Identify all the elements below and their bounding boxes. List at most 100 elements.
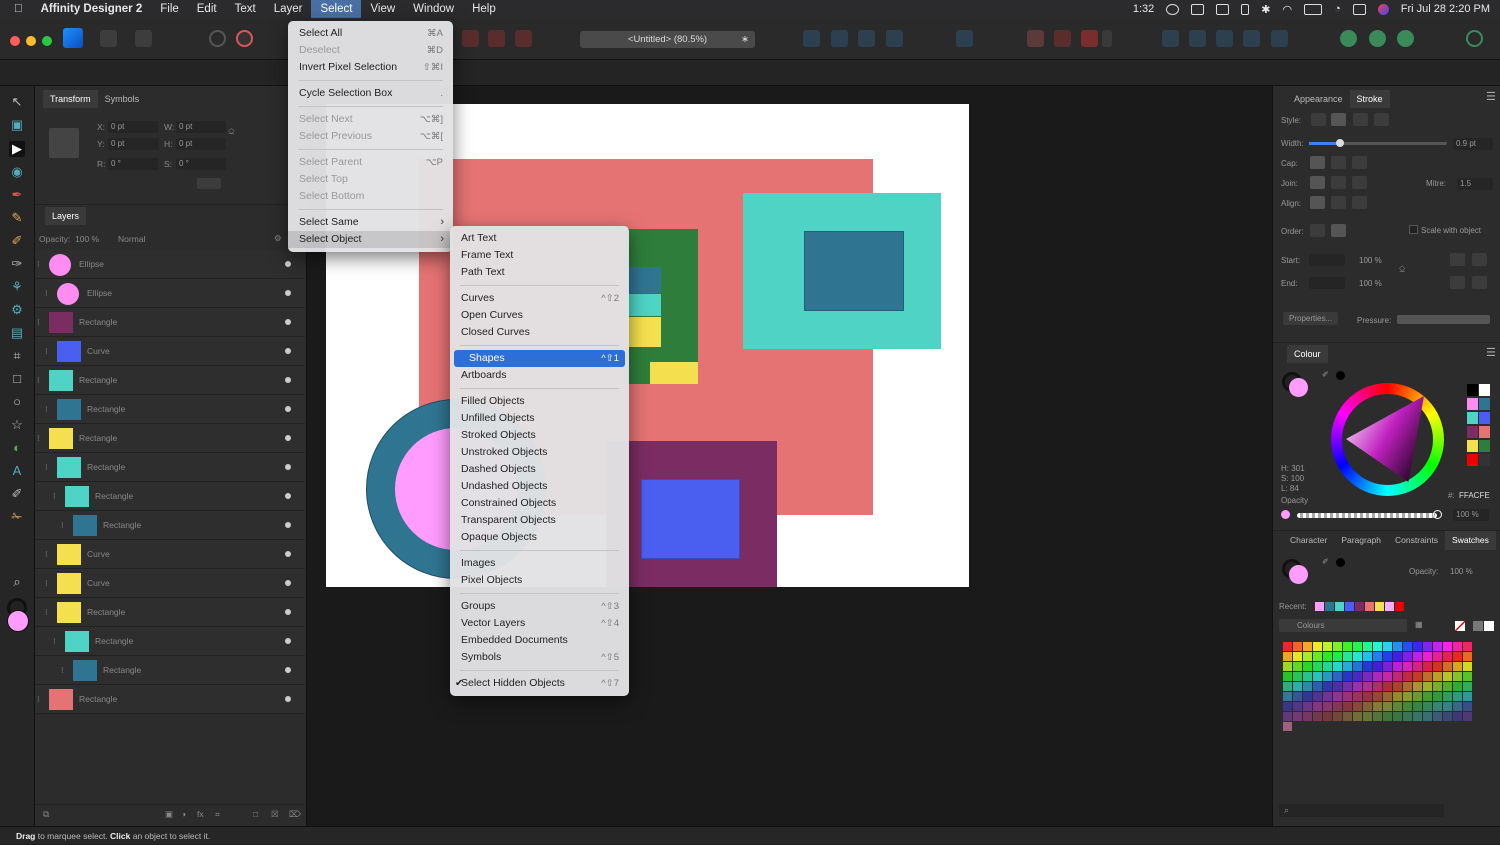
palette-swatch[interactable]: [1353, 712, 1362, 721]
palette-swatch[interactable]: [1293, 642, 1302, 651]
menu-file[interactable]: File: [151, 0, 188, 18]
layer-row[interactable]: ⁝ Rectangle: [35, 395, 305, 424]
fx-icon[interactable]: fx: [197, 809, 204, 819]
menu-item-unfilled-objects[interactable]: Unfilled Objects: [450, 410, 629, 427]
battery-time[interactable]: 1:32: [1133, 3, 1154, 15]
export-persona-icon[interactable]: [135, 30, 152, 47]
grid-view-icon[interactable]: ▦: [1415, 620, 1423, 629]
menu-item-invert-pixel-selection[interactable]: Invert Pixel Selection ⇧⌘I: [288, 59, 453, 76]
layer-expand-icon[interactable]: ⁝: [37, 375, 40, 386]
menu-item-curves[interactable]: Curves ^⇧2: [450, 290, 629, 307]
palette-swatch[interactable]: [1303, 662, 1312, 671]
layer-row[interactable]: ⁝ Curve: [35, 540, 305, 569]
layer-row[interactable]: ⁝ Curve: [35, 337, 305, 366]
palette-swatch[interactable]: [1343, 672, 1352, 681]
preferences-icon[interactable]: [236, 30, 253, 47]
palette-swatch[interactable]: [1333, 692, 1342, 701]
rotate-right-icon[interactable]: [886, 30, 903, 47]
palette-swatch[interactable]: [1293, 662, 1302, 671]
stroke-behind-icon[interactable]: [1310, 224, 1325, 237]
colour-menu-icon[interactable]: ☰: [1486, 346, 1496, 359]
palette-swatch[interactable]: [1433, 662, 1442, 671]
control-center-icon[interactable]: [1352, 3, 1366, 15]
recent-swatch[interactable]: [1365, 602, 1374, 611]
palette-swatch[interactable]: [1463, 672, 1472, 681]
palette-swatch[interactable]: [1383, 662, 1392, 671]
menu-item-select-object[interactable]: Select Object ›: [288, 231, 453, 248]
colour-picker-icon[interactable]: ✐: [1322, 370, 1329, 379]
adjustment-icon[interactable]: ◑: [181, 809, 186, 819]
layer-row[interactable]: ⁝ Ellipse: [35, 250, 305, 279]
yellow-small-rectangle[interactable]: [626, 317, 661, 347]
mitre-field[interactable]: 1.5: [1457, 178, 1493, 190]
recent-swatch[interactable]: [1355, 602, 1364, 611]
menu-item-constrained-objects[interactable]: Constrained Objects: [450, 495, 629, 512]
snapping-mode-icon[interactable]: [1054, 30, 1071, 47]
menu-item-select-bottom[interactable]: Select Bottom: [288, 188, 453, 205]
palette-swatch[interactable]: [1443, 712, 1452, 721]
reset-arrowheads-icon[interactable]: [1472, 276, 1487, 289]
layer-row[interactable]: ⁝ Rectangle: [35, 656, 305, 685]
menu-item-open-curves[interactable]: Open Curves: [450, 307, 629, 324]
menu-item-stroked-objects[interactable]: Stroked Objects: [450, 427, 629, 444]
palette-swatch[interactable]: [1373, 692, 1382, 701]
palette-swatch[interactable]: [1383, 702, 1392, 711]
quick-colour-swatch[interactable]: [1479, 398, 1490, 410]
palette-swatch[interactable]: [1393, 712, 1402, 721]
palette-swatch[interactable]: [1413, 642, 1422, 651]
palette-swatch[interactable]: [1323, 672, 1332, 681]
visibility-icon[interactable]: [285, 551, 291, 557]
menu-item-symbols[interactable]: Symbols ^⇧5: [450, 649, 629, 666]
datetime[interactable]: Fri Jul 28 2:20 PM: [1401, 3, 1490, 15]
palette-swatch[interactable]: [1293, 702, 1302, 711]
ellipse-tool-icon[interactable]: ○: [9, 394, 25, 410]
menu-item-unstroked-objects[interactable]: Unstroked Objects: [450, 444, 629, 461]
layer-row[interactable]: ⁝ Rectangle: [35, 424, 305, 453]
document-tab[interactable]: <Untitled> (80.5%) ∗: [580, 31, 755, 48]
palette-swatch[interactable]: [1313, 662, 1322, 671]
menu-item-vector-layers[interactable]: Vector Layers ^⇧4: [450, 615, 629, 632]
visibility-icon[interactable]: [285, 377, 291, 383]
blend-mode-select[interactable]: Normal: [118, 234, 145, 244]
palette-swatch[interactable]: [1333, 712, 1342, 721]
menu-item-undashed-objects[interactable]: Undashed Objects: [450, 478, 629, 495]
quick-colour-swatch[interactable]: [1467, 384, 1478, 396]
visibility-icon[interactable]: [285, 406, 291, 412]
palette-swatch[interactable]: [1323, 682, 1332, 691]
boolean-xor-icon[interactable]: [1243, 30, 1260, 47]
palette-swatch[interactable]: [1383, 712, 1392, 721]
palette-swatch[interactable]: [1393, 702, 1402, 711]
menu-item-path-text[interactable]: Path Text: [450, 264, 629, 281]
palette-swatch[interactable]: [1383, 652, 1392, 661]
palette-swatch[interactable]: [1393, 652, 1402, 661]
recent-swatch[interactable]: [1395, 602, 1404, 611]
insert-behind-icon[interactable]: [1369, 30, 1386, 47]
h-field[interactable]: 0 pt: [176, 138, 226, 150]
insert-top-icon[interactable]: [1397, 30, 1414, 47]
palette-swatch[interactable]: [1313, 672, 1322, 681]
steel-blue-rectangle[interactable]: [804, 231, 904, 311]
swatch-fill-well[interactable]: [1289, 565, 1308, 584]
flip-vertical-icon[interactable]: [831, 30, 848, 47]
menu-item-dashed-objects[interactable]: Dashed Objects: [450, 461, 629, 478]
layer-expand-icon[interactable]: ⁝: [45, 404, 48, 415]
rectangle-tool-icon[interactable]: □: [9, 371, 25, 387]
menu-item-closed-curves[interactable]: Closed Curves: [450, 324, 629, 341]
align-center-icon[interactable]: [1310, 196, 1325, 209]
quick-colour-swatch[interactable]: [1467, 412, 1478, 424]
align-inside-icon[interactable]: [1331, 196, 1346, 209]
palette-swatch[interactable]: [1403, 652, 1412, 661]
width-slider[interactable]: [1309, 142, 1447, 145]
layer-opacity-value[interactable]: 100 %: [75, 234, 99, 244]
palette-swatch[interactable]: [1403, 692, 1412, 701]
layer-expand-icon[interactable]: ⁝: [45, 346, 48, 357]
pen-tool-icon[interactable]: ✒: [9, 187, 25, 203]
round-join-icon[interactable]: [1331, 176, 1346, 189]
palette-swatch[interactable]: [1453, 672, 1462, 681]
tab-constraints[interactable]: Constraints: [1388, 531, 1445, 550]
palette-swatch[interactable]: [1283, 652, 1292, 661]
palette-swatch[interactable]: [1373, 672, 1382, 681]
palette-swatch[interactable]: [1383, 672, 1392, 681]
display-icon[interactable]: [1216, 3, 1230, 15]
palette-swatch[interactable]: [1443, 672, 1452, 681]
